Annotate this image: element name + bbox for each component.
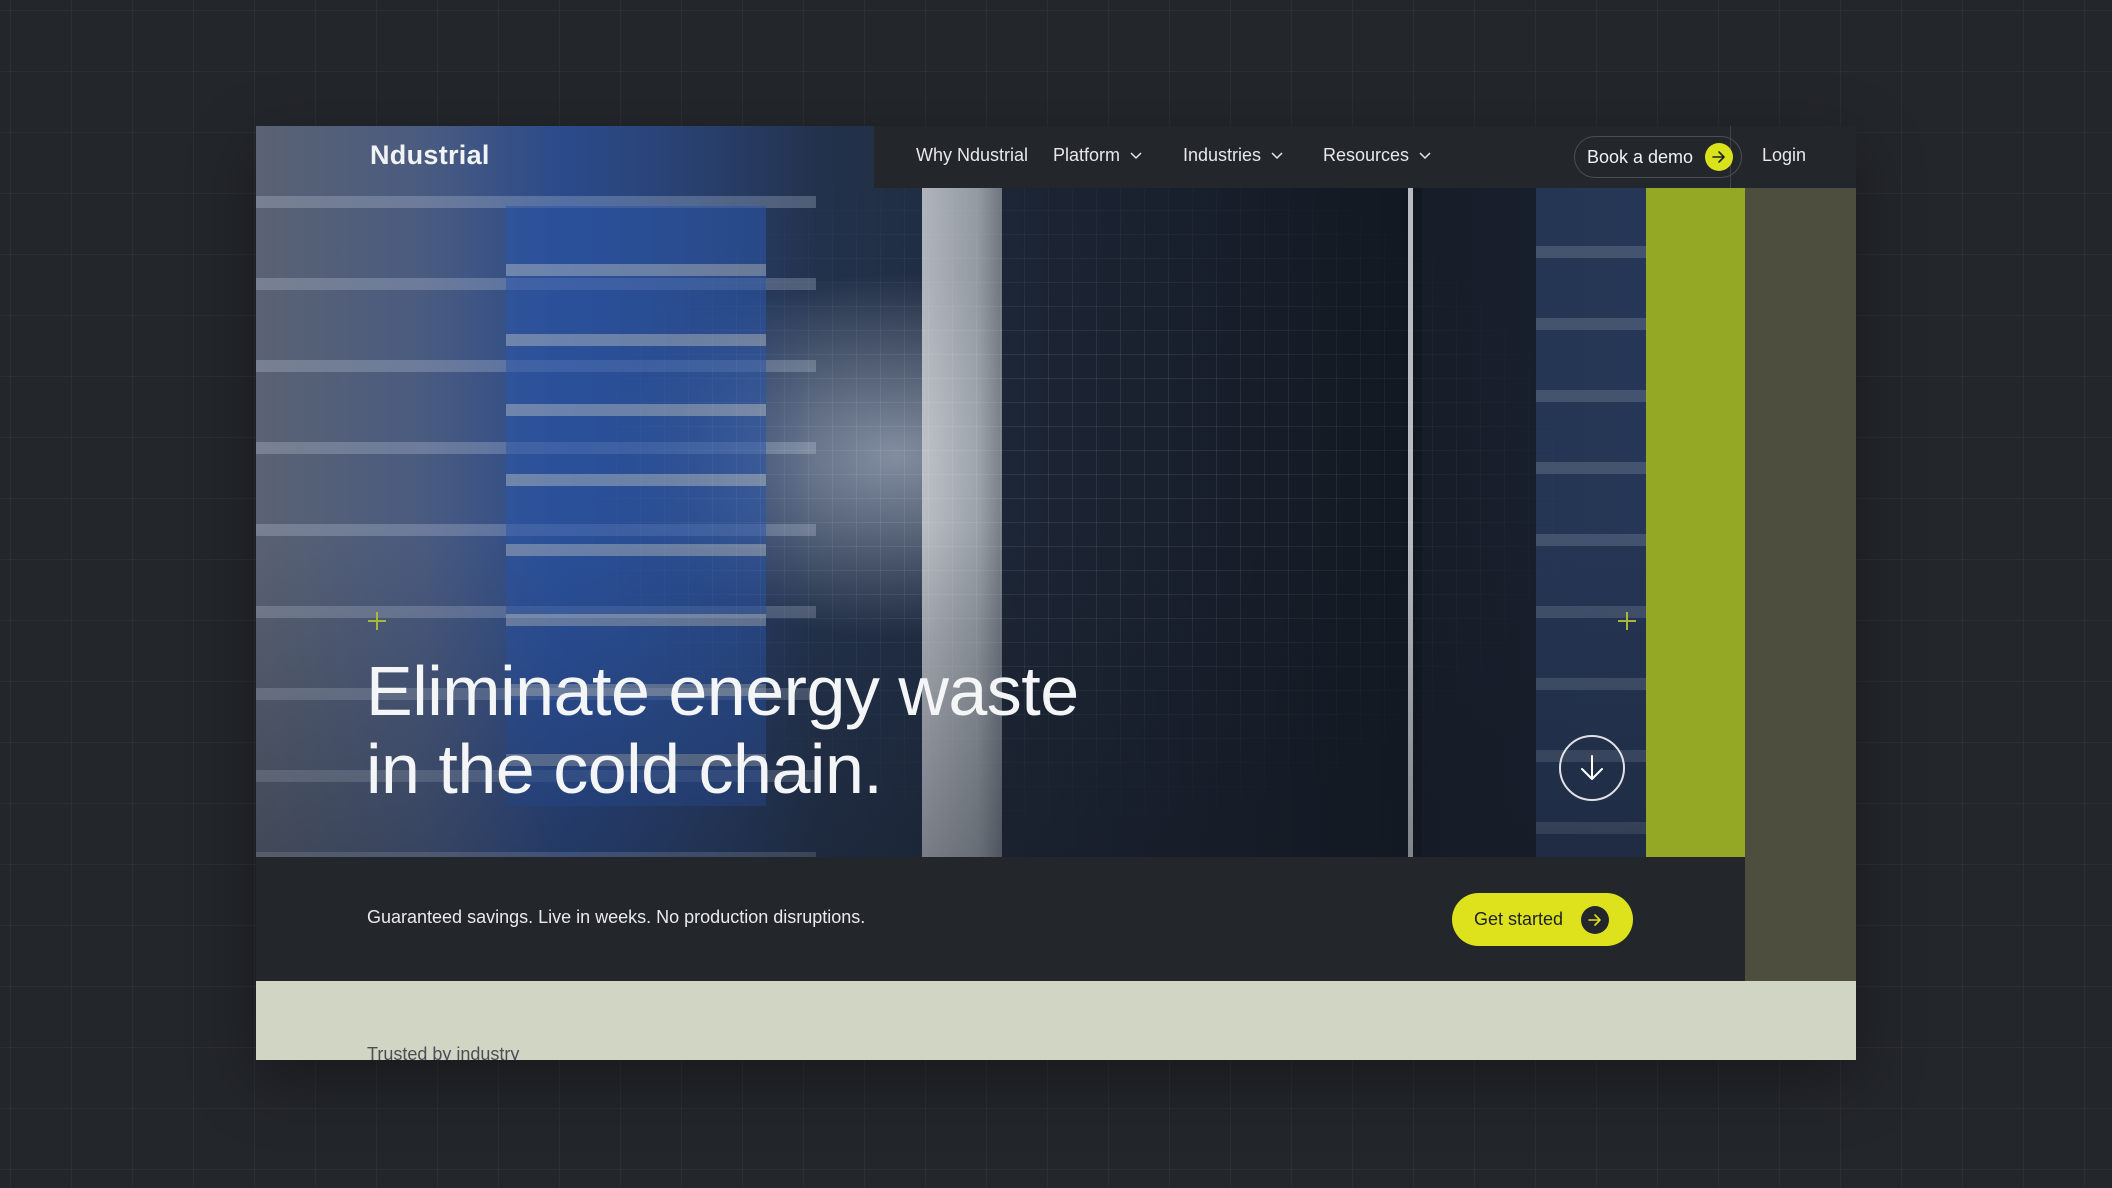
hero-headline: Eliminate energy waste in the cold chain… — [366, 652, 1266, 808]
hero-headline-line-1: Eliminate energy waste — [366, 652, 1079, 730]
nav-item-resources[interactable]: Resources — [1323, 145, 1431, 166]
tagline: Guaranteed savings. Live in weeks. No pr… — [367, 907, 866, 927]
login-link[interactable]: Login — [1762, 145, 1806, 166]
nav-item-label: Why Ndustrial — [916, 145, 1029, 165]
chevron-down-icon — [1419, 151, 1431, 159]
chevron-down-icon — [1271, 151, 1283, 159]
arrow-down-icon — [1581, 755, 1603, 780]
nav-item-label: Platform — [1053, 145, 1121, 165]
trusted-band: Trusted by industry — [256, 981, 1856, 1060]
nav-item-label: Resources — [1323, 145, 1410, 165]
nav-item-platform[interactable]: Platform — [1053, 145, 1142, 166]
header-logo-area: Ndustrial — [256, 126, 874, 188]
hero-image: Eliminate energy waste in the cold chain… — [256, 126, 1745, 857]
arrow-right-icon — [1581, 905, 1610, 934]
get-started-button[interactable]: Get started — [1452, 893, 1633, 946]
scroll-down-button[interactable] — [1559, 735, 1625, 801]
website-frame: Eliminate energy waste in the cold chain… — [256, 126, 1856, 1060]
nav-item-why-ndustrial[interactable]: Why Ndustrial — [916, 145, 1028, 166]
login-label: Login — [1762, 145, 1807, 165]
get-started-label: Get started — [1474, 909, 1564, 929]
trusted-label: Trusted by industry — [367, 1044, 520, 1060]
accent-green-bar — [1646, 188, 1745, 857]
cta-bar: Guaranteed savings. Live in weeks. No pr… — [256, 857, 1745, 981]
crosshair-icon — [1618, 612, 1636, 630]
chevron-down-icon — [1130, 151, 1142, 159]
arrow-right-icon — [1705, 143, 1734, 171]
book-demo-button[interactable]: Book a demo — [1574, 136, 1742, 178]
accent-olive-bar — [1745, 188, 1856, 1060]
nav-item-label: Industries — [1183, 145, 1262, 165]
nav-item-industries[interactable]: Industries — [1183, 145, 1283, 166]
logo[interactable]: Ndustrial — [370, 140, 490, 171]
book-demo-label: Book a demo — [1587, 146, 1694, 167]
hero-headline-line-2: in the cold chain. — [366, 730, 883, 808]
crosshair-icon — [368, 612, 386, 630]
